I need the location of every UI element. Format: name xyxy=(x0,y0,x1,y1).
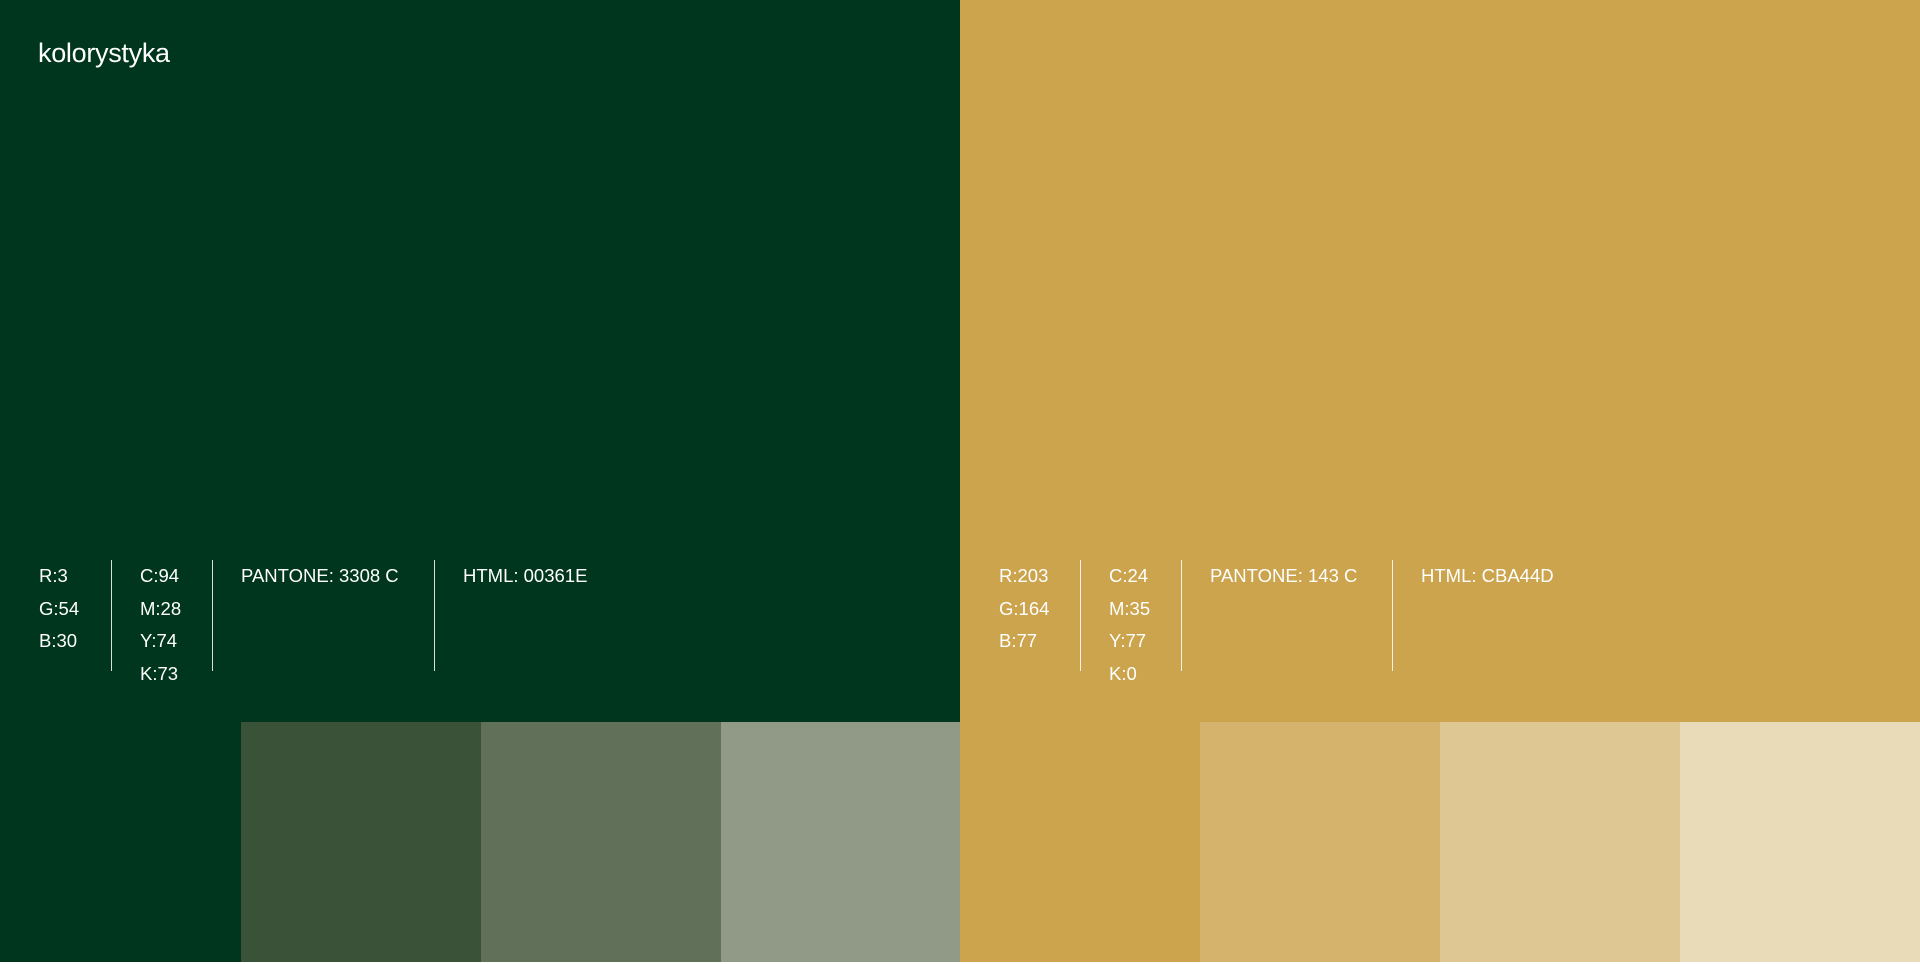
green-color-panel: kolorystyka R:3 G:54 B:30 C:94 M:28 Y:74… xyxy=(0,0,961,962)
gold-cmyk-k: K:0 xyxy=(1109,662,1137,684)
gold-cmyk-y: Y:77 xyxy=(1109,630,1147,651)
gold-tint-swatch-2 xyxy=(1440,722,1680,962)
brand-colors-page: kolorystyka R:3 G:54 B:30 C:94 M:28 Y:74… xyxy=(0,0,1920,964)
green-tint-swatch-1 xyxy=(241,722,481,962)
green-rgb-b: B:30 xyxy=(39,630,78,651)
green-tint-swatch-2 xyxy=(481,722,721,962)
green-pantone: PANTONE: 3308 C xyxy=(213,560,434,593)
green-cmyk-k: K:73 xyxy=(140,662,179,684)
green-html: HTML: 00361E xyxy=(435,560,587,593)
green-tint-swatches xyxy=(241,722,961,962)
green-html-value: HTML: 00361E xyxy=(463,565,588,586)
gold-specs: R:203 G:164 B:77 C:24 M:35 Y:77 K:0 PANT… xyxy=(999,560,1554,690)
gold-tint-swatch-3 xyxy=(1680,722,1920,962)
green-cmyk-m: M:28 xyxy=(140,597,182,619)
gold-cmyk-m: M:35 xyxy=(1109,597,1151,619)
gold-rgb-values: R:203 G:164 B:77 xyxy=(999,560,1080,658)
gold-tint-swatch-1 xyxy=(1200,722,1440,962)
gold-rgb-b: B:77 xyxy=(999,630,1038,651)
gold-cmyk-values: C:24 M:35 Y:77 K:0 xyxy=(1081,560,1181,690)
green-tint-swatch-3 xyxy=(721,722,961,962)
green-rgb-values: R:3 G:54 B:30 xyxy=(39,560,111,658)
gold-html-value: HTML: CBA44D xyxy=(1421,565,1554,586)
green-pantone-value: PANTONE: 3308 C xyxy=(241,565,399,586)
gold-html: HTML: CBA44D xyxy=(1393,560,1554,593)
green-rgb-r: R:3 xyxy=(39,565,68,586)
green-cmyk-c: C:94 xyxy=(140,565,180,586)
green-rgb-g: G:54 xyxy=(39,597,80,619)
page-title: kolorystyka xyxy=(38,38,170,68)
green-cmyk-y: Y:74 xyxy=(140,630,178,651)
gold-pantone-value: PANTONE: 143 C xyxy=(1210,565,1358,586)
gold-color-panel: R:203 G:164 B:77 C:24 M:35 Y:77 K:0 PANT… xyxy=(960,0,1920,962)
gold-tint-swatches xyxy=(1200,722,1920,962)
green-specs: R:3 G:54 B:30 C:94 M:28 Y:74 K:73 PANTON… xyxy=(39,560,587,690)
gold-rgb-r: R:203 xyxy=(999,565,1049,586)
green-cmyk-values: C:94 M:28 Y:74 K:73 xyxy=(112,560,212,690)
gold-cmyk-c: C:24 xyxy=(1109,565,1149,586)
gold-pantone: PANTONE: 143 C xyxy=(1182,560,1392,593)
gold-rgb-g: G:164 xyxy=(999,597,1050,619)
